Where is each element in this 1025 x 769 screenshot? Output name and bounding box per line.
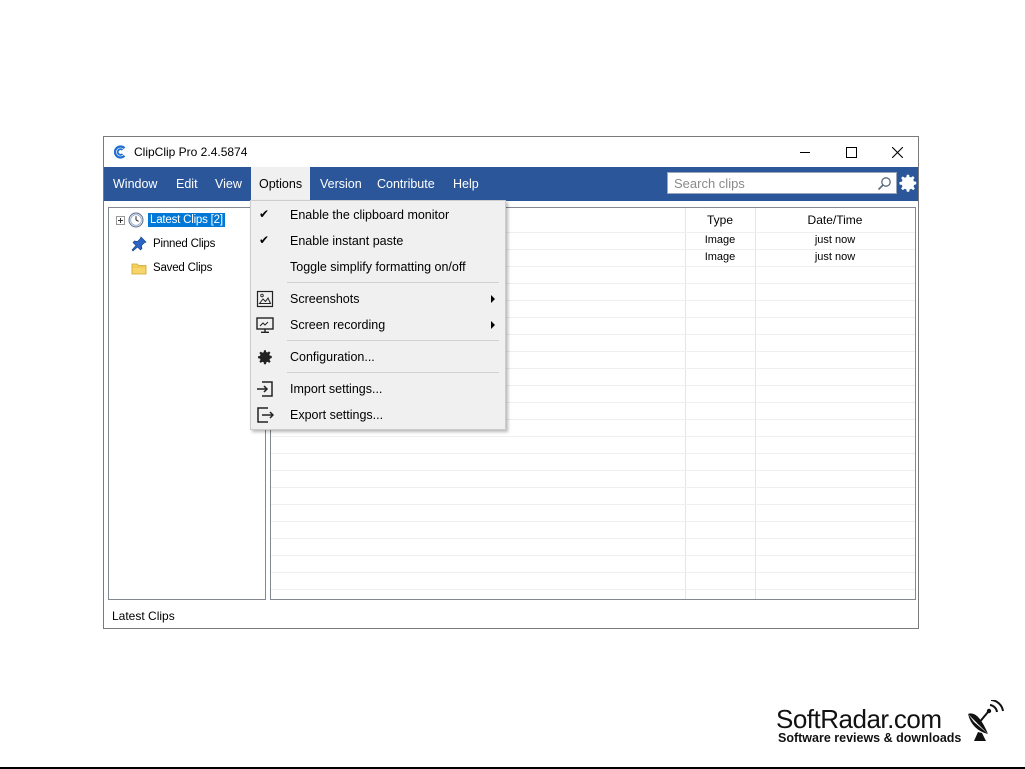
column-header-datetime[interactable]: Date/Time	[755, 208, 915, 232]
menu-item-label: Screenshots	[290, 292, 360, 306]
folder-tree: Latest Clips [2] Pinned Clips Saved Clip…	[108, 207, 266, 600]
close-icon	[891, 146, 903, 158]
menu-item-label: Import settings...	[290, 382, 383, 396]
tree-item-latest-clips[interactable]: Latest Clips [2]	[116, 210, 225, 230]
menu-item-configuration[interactable]: Configuration...	[251, 345, 505, 369]
close-button[interactable]	[874, 137, 920, 167]
watermark-tagline: Software reviews & downloads	[778, 731, 962, 745]
maximize-icon	[845, 146, 857, 158]
expand-icon[interactable]	[116, 215, 125, 225]
satellite-dish-icon	[968, 700, 1004, 741]
row-divider	[271, 453, 915, 454]
menu-item-screen-recording[interactable]: Screen recording	[251, 313, 505, 337]
menu-version[interactable]: Version	[312, 167, 370, 201]
menu-item-label: Enable instant paste	[290, 234, 404, 248]
menu-bar: Window Edit View Options Version Contrib…	[104, 167, 918, 201]
row-divider	[271, 487, 915, 488]
tree-item-label: Pinned Clips	[153, 238, 216, 250]
row-divider	[271, 436, 915, 437]
gear-icon[interactable]	[897, 172, 919, 194]
row-divider	[271, 589, 915, 590]
menu-help[interactable]: Help	[445, 167, 487, 201]
softradar-watermark: SoftRadar.com Software reviews & downloa…	[776, 700, 1006, 748]
minimize-icon	[800, 152, 810, 153]
screenshot-icon	[256, 290, 274, 308]
cell-datetime: just now	[814, 234, 856, 246]
window-title: ClipClip Pro 2.4.5874	[134, 145, 248, 159]
row-divider	[271, 555, 915, 556]
tree-item-label: Saved Clips	[153, 262, 213, 274]
maximize-button[interactable]	[828, 137, 874, 167]
search-icon[interactable]	[877, 176, 892, 191]
pin-icon	[131, 236, 147, 252]
menu-item-enable-clipboard-monitor[interactable]: ✔ Enable the clipboard monitor	[251, 203, 505, 227]
tree-item-saved-clips[interactable]: Saved Clips	[131, 258, 214, 278]
cell-type: Image	[704, 251, 736, 263]
menu-contribute[interactable]: Contribute	[369, 167, 443, 201]
checkmark-icon: ✔	[259, 207, 270, 221]
menu-item-screenshots[interactable]: Screenshots	[251, 287, 505, 311]
submenu-arrow-icon	[491, 321, 495, 329]
menu-separator	[287, 340, 499, 341]
menu-item-label: Export settings...	[290, 408, 384, 422]
row-divider	[271, 572, 915, 573]
menu-options[interactable]: Options	[251, 167, 310, 201]
row-divider	[271, 504, 915, 505]
search-box	[667, 172, 897, 194]
menu-item-label: Enable the clipboard monitor	[290, 208, 450, 222]
cell-datetime: just now	[814, 251, 856, 263]
clock-icon	[128, 212, 144, 228]
status-bar-text: Latest Clips	[112, 609, 175, 623]
menu-window[interactable]: Window	[105, 167, 165, 201]
row-divider	[271, 470, 915, 471]
import-icon	[257, 381, 273, 397]
checkmark-icon: ✔	[259, 233, 270, 247]
menu-separator	[287, 282, 499, 283]
menu-item-export-settings[interactable]: Export settings...	[251, 403, 505, 427]
app-window: ClipClip Pro 2.4.5874 Window Edit View O…	[103, 136, 919, 629]
export-icon	[257, 407, 274, 423]
gear-icon	[258, 350, 272, 365]
menu-item-label: Toggle simplify formatting on/off	[290, 260, 466, 274]
clipclip-logo-icon	[113, 145, 126, 159]
menu-item-enable-instant-paste[interactable]: ✔ Enable instant paste	[251, 229, 505, 253]
screen-recording-icon	[256, 317, 274, 333]
tree-item-label: Latest Clips [2]	[148, 213, 225, 227]
minimize-button[interactable]	[782, 137, 828, 167]
folder-icon	[131, 263, 147, 275]
menu-view[interactable]: View	[207, 167, 250, 201]
title-bar[interactable]: ClipClip Pro 2.4.5874	[104, 137, 918, 167]
row-divider	[271, 521, 915, 522]
row-divider	[271, 538, 915, 539]
options-dropdown-menu: ✔ Enable the clipboard monitor ✔ Enable …	[250, 200, 506, 430]
menu-item-toggle-simplify-formatting[interactable]: Toggle simplify formatting on/off	[251, 255, 505, 279]
menu-item-label: Screen recording	[290, 318, 386, 332]
search-input[interactable]	[674, 175, 864, 191]
menu-separator	[287, 372, 499, 373]
menu-item-import-settings[interactable]: Import settings...	[251, 377, 505, 401]
cell-type: Image	[704, 234, 736, 246]
menu-edit[interactable]: Edit	[168, 167, 206, 201]
menu-item-label: Configuration...	[290, 350, 375, 364]
submenu-arrow-icon	[491, 295, 495, 303]
column-header-type[interactable]: Type	[685, 208, 755, 232]
tree-item-pinned-clips[interactable]: Pinned Clips	[131, 234, 217, 254]
